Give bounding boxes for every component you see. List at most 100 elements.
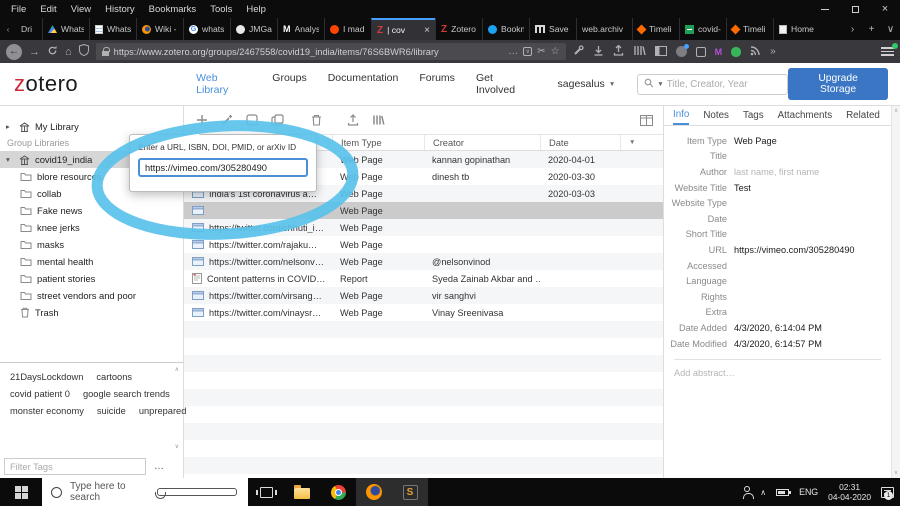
search-scope-chevron-icon[interactable]: ▼: [657, 81, 663, 88]
browser-tab[interactable]: web.archiv: [576, 18, 632, 40]
field-value-item-type[interactable]: Web Page: [734, 136, 777, 146]
new-item-button[interactable]: [196, 114, 208, 126]
page-actions-icon[interactable]: …: [508, 46, 518, 57]
restore-button[interactable]: [840, 0, 870, 18]
column-header-creator[interactable]: Creator: [424, 135, 540, 150]
identifier-input[interactable]: [138, 158, 308, 177]
table-row[interactable]: https://twitter.com/rajaku… Web Page: [184, 236, 663, 253]
user-menu[interactable]: sagesalus▼: [558, 78, 616, 90]
chrome-button[interactable]: [320, 478, 356, 506]
new-tab-button[interactable]: +: [862, 24, 881, 35]
browser-tab[interactable]: Whats: [42, 18, 89, 40]
tab-info[interactable]: Info: [673, 106, 689, 125]
upgrade-storage-button[interactable]: Upgrade Storage: [788, 68, 888, 100]
people-icon[interactable]: [744, 486, 750, 492]
browser-tab[interactable]: JMGa: [230, 18, 277, 40]
taskbar-search[interactable]: Type here to search: [42, 478, 248, 506]
sidebar-toggle-icon[interactable]: [655, 43, 667, 61]
hidden-icons-chevron-icon[interactable]: ∧: [760, 488, 766, 497]
microphone-icon[interactable]: [157, 488, 238, 496]
collection-item[interactable]: knee jerks: [0, 219, 183, 236]
menu-hamburger-icon[interactable]: [881, 47, 894, 56]
bookmark-star-icon[interactable]: ☆: [551, 46, 560, 57]
nav-documentation[interactable]: Documentation: [328, 72, 399, 96]
notification-icon[interactable]: 1: [881, 487, 894, 498]
search-input[interactable]: [667, 79, 781, 90]
pocket-icon[interactable]: ∨: [523, 47, 532, 56]
tag-options-icon[interactable]: …: [154, 461, 165, 472]
caret-down-icon[interactable]: ▾: [6, 155, 14, 164]
tag-scroll-down-icon[interactable]: ∨: [175, 443, 179, 450]
screenshot-icon[interactable]: ✂: [537, 46, 545, 57]
sort-chevron-icon[interactable]: ▼: [620, 135, 663, 150]
minimize-button[interactable]: [810, 0, 840, 18]
scroll-tabs-left-icon[interactable]: ‹: [0, 18, 16, 40]
firefox-button[interactable]: [356, 478, 392, 506]
browser-tab[interactable]: Whats: [89, 18, 136, 40]
nav-get-involved[interactable]: Get Involved: [476, 72, 534, 96]
scroll-down-icon[interactable]: ∨: [894, 470, 898, 476]
zotero-logo[interactable]: zotero: [14, 71, 78, 97]
filter-tags-input[interactable]: [4, 458, 146, 475]
account-avatar-icon[interactable]: [676, 46, 687, 57]
abstract-placeholder[interactable]: Add abstract…: [674, 368, 881, 378]
browser-tab[interactable]: Timeli: [726, 18, 773, 40]
close-tab-icon[interactable]: ×: [424, 25, 430, 36]
collection-item[interactable]: mental health: [0, 253, 183, 270]
download-icon[interactable]: [593, 43, 604, 61]
tag[interactable]: 21DaysLockdown: [10, 372, 83, 382]
tag[interactable]: google search trends: [83, 389, 170, 399]
browser-tab[interactable]: MAnalys: [277, 18, 324, 40]
extension-box-icon[interactable]: [696, 47, 706, 57]
tag[interactable]: cartoons: [96, 372, 132, 382]
add-by-identifier-button[interactable]: [221, 114, 233, 126]
library-icon[interactable]: [633, 43, 646, 61]
browser-tab[interactable]: I mad: [324, 18, 371, 40]
close-window-button[interactable]: ×: [870, 0, 900, 18]
tag[interactable]: covid patient 0: [10, 389, 70, 399]
browser-tab[interactable]: Home: [773, 18, 820, 40]
tab-attachments[interactable]: Attachments: [778, 110, 832, 121]
collection-item[interactable]: masks: [0, 236, 183, 253]
rss-icon[interactable]: [750, 43, 761, 61]
menu-view[interactable]: View: [64, 4, 98, 15]
table-row[interactable]: Content patterns in COVID… Report Syeda …: [184, 270, 663, 287]
url-bar[interactable]: https://www.zotero.org/groups/2467558/co…: [96, 43, 566, 60]
browser-tab[interactable]: Save P: [529, 18, 576, 40]
zotero-connector-icon[interactable]: [573, 43, 584, 61]
new-note-button[interactable]: [246, 114, 258, 126]
scroll-tabs-right-icon[interactable]: ›: [843, 24, 862, 35]
column-picker-icon[interactable]: [640, 115, 653, 126]
table-row[interactable]: https://twitter.com/chhuti_i… Web Page: [184, 219, 663, 236]
browser-tab[interactable]: Gwhats: [183, 18, 230, 40]
extension-m-icon[interactable]: M: [715, 47, 723, 57]
nav-groups[interactable]: Groups: [272, 72, 306, 96]
caret-right-icon[interactable]: ▸: [6, 122, 14, 131]
menu-edit[interactable]: Edit: [33, 4, 63, 15]
menu-file[interactable]: File: [4, 4, 33, 15]
home-button[interactable]: ⌂: [65, 46, 72, 58]
tag-scroll-up-icon[interactable]: ∧: [175, 366, 179, 373]
active-tab-zotero[interactable]: Z| cov×: [371, 18, 435, 40]
trash-button[interactable]: [311, 114, 322, 126]
field-value-website-title[interactable]: Test: [734, 183, 751, 193]
share-icon[interactable]: [613, 43, 624, 61]
field-value-author[interactable]: last name, first name: [734, 167, 819, 177]
menu-tools[interactable]: Tools: [203, 4, 239, 15]
battery-icon[interactable]: [776, 489, 789, 496]
collection-item[interactable]: street vendors and poor: [0, 287, 183, 304]
tab-notes[interactable]: Notes: [703, 110, 729, 121]
table-row[interactable]: https://twitter.com/nelsonv… Web Page @n…: [184, 253, 663, 270]
add-attachment-button[interactable]: [271, 114, 284, 126]
browser-tab[interactable]: Timeli: [632, 18, 679, 40]
tag[interactable]: suicide: [97, 406, 126, 416]
column-header-date[interactable]: Date: [540, 135, 620, 150]
browser-tab[interactable]: Dri: [16, 18, 42, 40]
menu-history[interactable]: History: [98, 4, 142, 15]
scroll-up-icon[interactable]: ∧: [894, 108, 898, 114]
tag[interactable]: unprepared: [139, 406, 187, 416]
shield-icon[interactable]: [79, 43, 89, 61]
start-button[interactable]: [0, 478, 42, 506]
browser-tab[interactable]: ZZotero: [435, 18, 482, 40]
browser-tab[interactable]: Bookm: [482, 18, 529, 40]
